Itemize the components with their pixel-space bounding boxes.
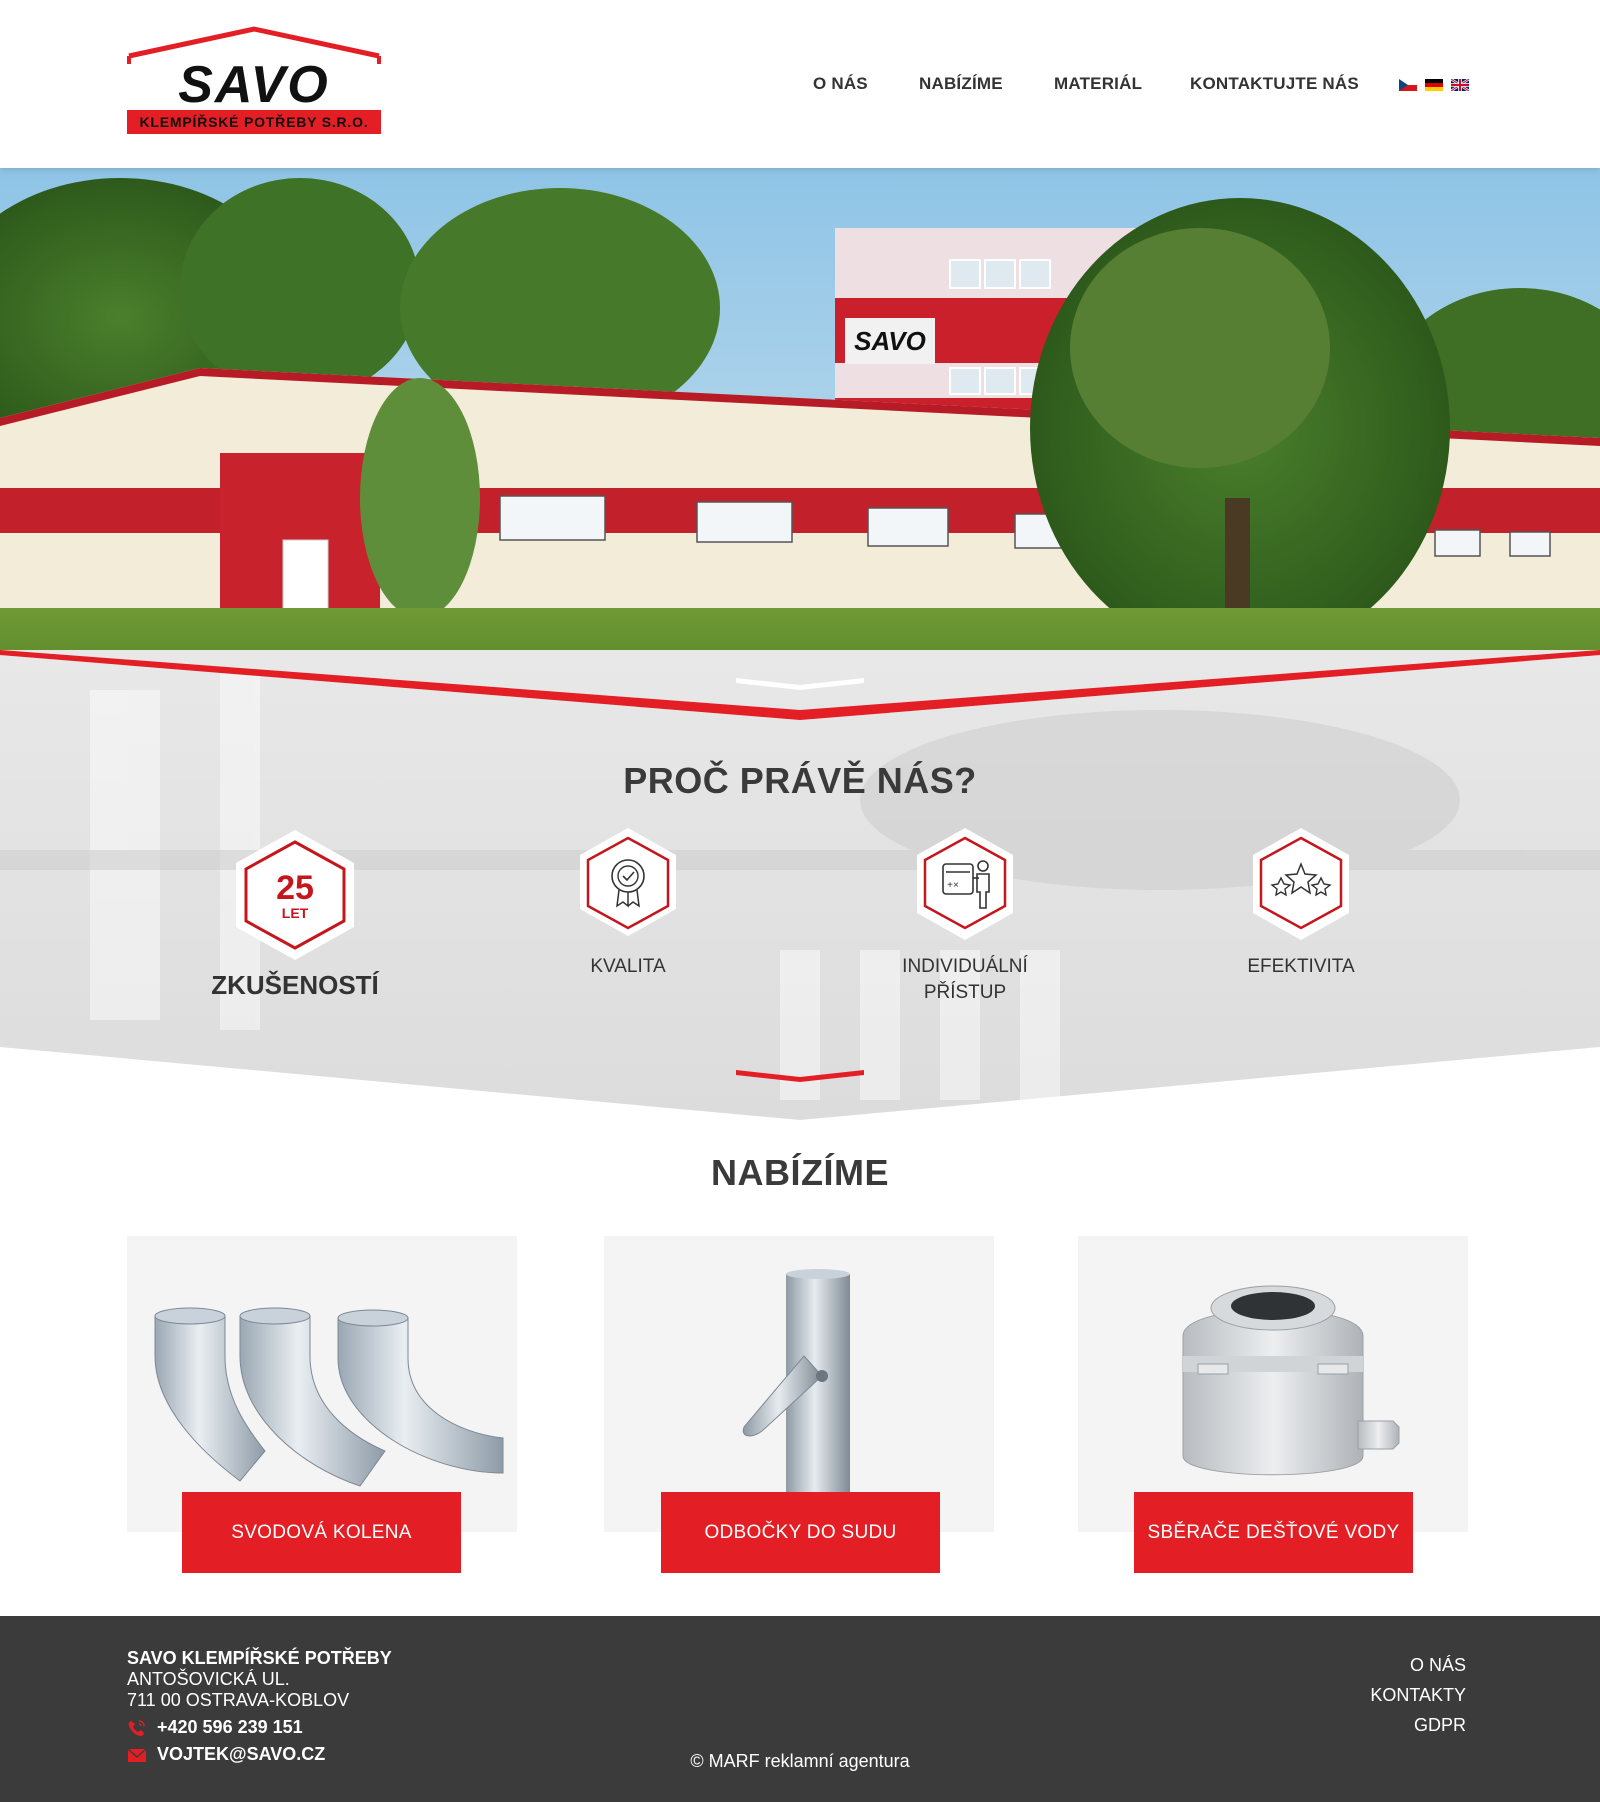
years-badge-icon: 25 LET xyxy=(236,830,354,960)
svg-text:+×: +× xyxy=(947,880,959,891)
rain-diverter-image xyxy=(742,1269,850,1532)
why-us-title: PROČ PRÁVĚ NÁS? xyxy=(623,760,977,801)
phone-icon xyxy=(128,1719,145,1736)
footer-link-gdpr[interactable]: GDPR xyxy=(1370,1710,1466,1740)
offer-card-diverter[interactable] xyxy=(604,1236,994,1532)
feature-label-experience: ZKUŠENOSTÍ xyxy=(211,970,379,1000)
main-nav: O NÁS NABÍZÍME MATERIÁL KONTAKTUJTE NÁS xyxy=(0,74,1600,96)
footer-copyright: © MARF reklamní agentura xyxy=(690,1751,910,1771)
section-divider-red xyxy=(736,1070,864,1082)
uk-flag-icon[interactable] xyxy=(1451,79,1469,91)
feature-label-individual-approach: INDIVIDUÁLNÍ PŘÍSTUP xyxy=(865,954,1065,1006)
feature-label-line2: PŘÍSTUP xyxy=(923,982,1007,1003)
czech-flag-icon[interactable] xyxy=(1399,79,1417,91)
three-stars-icon xyxy=(1253,828,1349,940)
scroll-down-indicator[interactable] xyxy=(736,676,864,690)
feature-label-quality: KVALITA xyxy=(590,956,666,977)
nav-item-nabizime[interactable]: NABÍZÍME xyxy=(919,74,1003,94)
svg-text:SAVO: SAVO xyxy=(854,326,926,356)
offer-card-collector[interactable] xyxy=(1078,1236,1468,1532)
footer-city: 711 00 OSTRAVA-KOBLOV xyxy=(127,1690,350,1710)
feature-efficiency: EFEKTIVITA xyxy=(1201,828,1401,980)
quality-rosette-icon xyxy=(580,828,676,936)
svg-text:KLEMPÍŘSKÉ POTŘEBY S.R.O.: KLEMPÍŘSKÉ POTŘEBY S.R.O. xyxy=(140,113,369,130)
nav-item-o-nas[interactable]: O NÁS xyxy=(813,74,868,94)
footer-link-kontakty[interactable]: KONTAKTY xyxy=(1370,1680,1466,1710)
svg-text:25: 25 xyxy=(276,869,314,907)
downpipe-elbows-image xyxy=(154,1307,504,1487)
consultant-icon: +× xyxy=(917,828,1013,940)
svg-text:LET: LET xyxy=(282,905,309,921)
footer-phone-row: +420 596 239 151 xyxy=(127,1717,392,1738)
footer-nav: O NÁS KONTAKTY GDPR xyxy=(1370,1650,1466,1740)
feature-label-efficiency: EFEKTIVITA xyxy=(1247,956,1355,977)
site-header: SAVO KLEMPÍŘSKÉ POTŘEBY S.R.O. O NÁS NAB… xyxy=(0,0,1600,168)
feature-experience: 25 LET ZKUŠENOSTÍ xyxy=(195,828,395,998)
features-row: 25 LET ZKUŠENOSTÍ KVALITA +× INDIVIDUÁLN… xyxy=(0,828,1600,1028)
footer-street: ANTOŠOVICKÁ UL. xyxy=(127,1669,290,1689)
footer-contact-block: SAVO KLEMPÍŘSKÉ POTŘEBY ANTOŠOVICKÁ UL. … xyxy=(127,1648,392,1765)
footer-phone-link[interactable]: +420 596 239 151 xyxy=(157,1717,303,1738)
feature-individual-approach: +× INDIVIDUÁLNÍ PŘÍSTUP xyxy=(865,828,1065,1006)
rainwater-collector-image xyxy=(1182,1285,1400,1476)
language-switcher xyxy=(1399,79,1469,91)
site-footer: SAVO KLEMPÍŘSKÉ POTŘEBY ANTOŠOVICKÁ UL. … xyxy=(0,1616,1600,1802)
offer-button-odbocky-do-sudu[interactable]: ODBOČKY DO SUDU xyxy=(661,1492,940,1573)
offers-title: NABÍZÍME xyxy=(711,1152,889,1193)
offer-button-svodova-kolena[interactable]: SVODOVÁ KOLENA xyxy=(182,1492,461,1573)
german-flag-icon[interactable] xyxy=(1425,79,1443,91)
footer-company-name: SAVO KLEMPÍŘSKÉ POTŘEBY xyxy=(127,1648,392,1668)
footer-link-o-nas[interactable]: O NÁS xyxy=(1370,1650,1466,1680)
nav-item-kontaktujte-nas[interactable]: KONTAKTUJTE NÁS xyxy=(1190,74,1359,94)
offer-button-sberace-destove-vody[interactable]: SBĚRAČE DEŠŤOVÉ VODY xyxy=(1134,1492,1413,1573)
feature-quality: KVALITA xyxy=(528,828,728,980)
nav-item-material[interactable]: MATERIÁL xyxy=(1054,74,1142,94)
offer-card-elbows[interactable] xyxy=(127,1236,517,1532)
feature-label-line1: INDIVIDUÁLNÍ xyxy=(902,956,1028,977)
